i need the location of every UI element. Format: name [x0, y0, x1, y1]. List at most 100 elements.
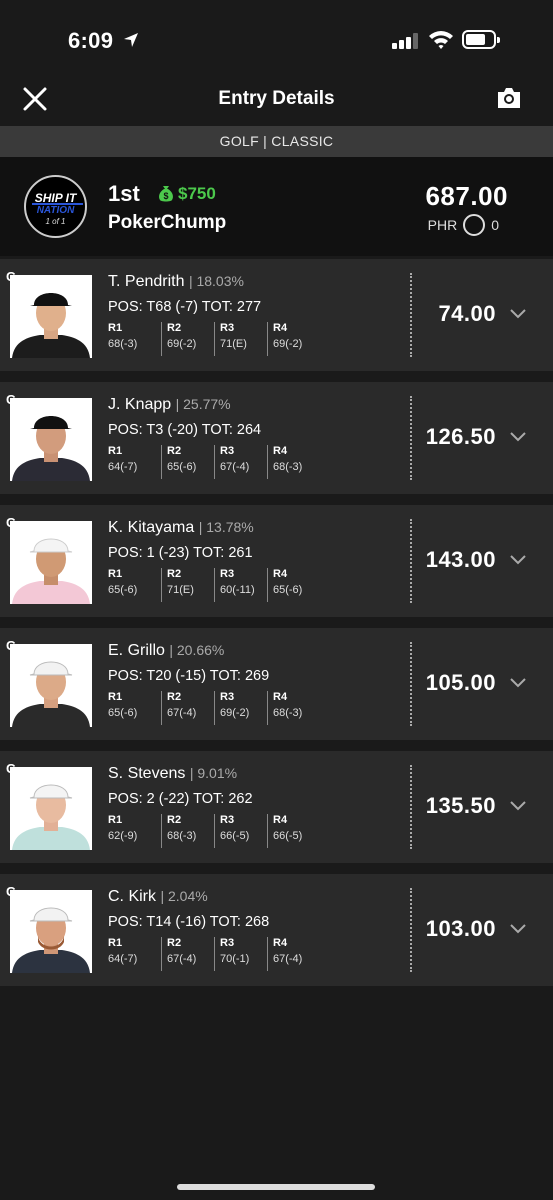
player-card[interactable]: G E. Grillo | 20.66% POS: T20 (-15) TOT:…: [0, 628, 553, 740]
round-score: 69(-2): [220, 707, 250, 719]
player-name: S. Stevens: [108, 765, 186, 782]
round-score: 68(-3): [273, 461, 303, 473]
round-score: 64(-7): [108, 461, 138, 473]
fantasy-points: 74.00: [438, 301, 496, 326]
round-label: R1: [108, 445, 123, 457]
player-name-row: S. Stevens | 9.01%: [108, 765, 237, 783]
round-cell: R3 71(E): [214, 322, 267, 356]
home-indicator[interactable]: [177, 1184, 375, 1190]
player-card[interactable]: G J. Knapp | 25.77% POS: T3 (-20) TOT: 2…: [0, 382, 553, 494]
round-score: 68(-3): [167, 830, 197, 842]
player-name-row: J. Knapp | 25.77%: [108, 396, 231, 414]
phr-label: PHR: [427, 217, 458, 233]
cellular-signal-icon: [392, 33, 420, 49]
player-card[interactable]: G K. Kitayama | 13.78% POS: 1 (-23) TOT:…: [0, 505, 553, 617]
round-cell: R2 65(-6): [161, 445, 214, 479]
phr-value: 0: [491, 217, 499, 233]
player-name: C. Kirk: [108, 888, 156, 905]
round-score: 66(-5): [220, 830, 250, 842]
player-name: J. Knapp: [108, 396, 172, 413]
round-cell: R1 65(-6): [108, 568, 161, 602]
round-cell: R2 67(-4): [161, 691, 214, 725]
chevron-down-icon[interactable]: [509, 800, 527, 812]
nav-bar: Entry Details: [0, 80, 553, 126]
round-cell: R1 68(-3): [108, 322, 161, 356]
round-score: 65(-6): [273, 584, 303, 596]
player-headshot: [10, 275, 92, 358]
winnings-amount: $750: [178, 184, 216, 203]
round-label: R4: [273, 691, 288, 703]
round-cell: R4 65(-6): [267, 568, 320, 602]
round-label: R3: [220, 568, 235, 580]
ownership-percent: | 20.66%: [169, 642, 225, 658]
round-score: 67(-4): [167, 707, 197, 719]
round-score: 71(E): [167, 584, 194, 596]
round-label: R4: [273, 445, 288, 457]
username: PokerChump: [108, 212, 227, 233]
player-headshot: [10, 767, 92, 850]
card-divider: [410, 765, 412, 849]
chevron-down-icon[interactable]: [509, 923, 527, 935]
round-cell: R4 67(-4): [267, 937, 320, 971]
player-card[interactable]: G C. Kirk | 2.04% POS: T14 (-16) TOT: 26…: [0, 874, 553, 986]
logo-line-3: 1 of 1: [45, 217, 66, 226]
ownership-percent: | 9.01%: [189, 765, 238, 781]
chevron-down-icon[interactable]: [509, 677, 527, 689]
logo-line-2: NATION: [36, 205, 75, 216]
round-cell: R3 67(-4): [214, 445, 267, 479]
round-label: R4: [273, 937, 288, 949]
chevron-down-icon[interactable]: [509, 554, 527, 566]
ownership-percent: | 18.03%: [188, 273, 244, 289]
money-bag-icon: $: [159, 186, 173, 202]
round-cell: R2 69(-2): [161, 322, 214, 356]
round-cell: R3 70(-1): [214, 937, 267, 971]
round-score: 69(-2): [167, 338, 197, 350]
player-headshot: [10, 644, 92, 727]
camera-icon[interactable]: [496, 86, 522, 110]
round-label: R2: [167, 691, 182, 703]
round-cell: R1 65(-6): [108, 691, 161, 725]
round-score: 70(-1): [220, 953, 250, 965]
round-cell: R1 62(-9): [108, 814, 161, 848]
player-headshot: [10, 398, 92, 481]
player-card[interactable]: G S. Stevens | 9.01% POS: 2 (-22) TOT: 2…: [0, 751, 553, 863]
tournament-position: POS: T3 (-20) TOT: 264: [108, 422, 262, 438]
round-scores: R1 65(-6) R2 67(-4) R3 69(-2) R4 68(-3): [108, 691, 320, 725]
status-time: 6:09: [68, 28, 114, 53]
player-card[interactable]: G T. Pendrith | 18.03% POS: T68 (-7) TOT…: [0, 259, 553, 371]
round-score: 65(-6): [108, 584, 138, 596]
entry-place: 1st: [108, 181, 140, 206]
round-label: R1: [108, 568, 123, 580]
round-score: 67(-4): [220, 461, 250, 473]
round-cell: R4 69(-2): [267, 322, 320, 356]
round-scores: R1 64(-7) R2 67(-4) R3 70(-1) R4 67(-4): [108, 937, 320, 971]
tournament-position: POS: T14 (-16) TOT: 268: [108, 914, 270, 930]
round-score: 62(-9): [108, 830, 138, 842]
tournament-position: POS: T20 (-15) TOT: 269: [108, 668, 270, 684]
chevron-down-icon[interactable]: [509, 308, 527, 320]
battery-icon: [462, 30, 500, 49]
round-label: R2: [167, 568, 182, 580]
round-score: 67(-4): [273, 953, 303, 965]
card-divider: [410, 642, 412, 726]
round-label: R4: [273, 814, 288, 826]
round-score: 68(-3): [108, 338, 138, 350]
chevron-down-icon[interactable]: [509, 431, 527, 443]
round-scores: R1 65(-6) R2 71(E) R3 60(-11) R4 65(-6): [108, 568, 320, 602]
round-label: R4: [273, 322, 288, 334]
round-scores: R1 68(-3) R2 69(-2) R3 71(E) R4 69(-2): [108, 322, 320, 356]
round-label: R3: [220, 814, 235, 826]
round-label: R3: [220, 322, 235, 334]
round-cell: R3 69(-2): [214, 691, 267, 725]
round-label: R4: [273, 568, 288, 580]
round-label: R2: [167, 814, 182, 826]
tournament-position: POS: 2 (-22) TOT: 262: [108, 791, 253, 807]
fantasy-points: 143.00: [425, 547, 496, 572]
round-scores: R1 64(-7) R2 65(-6) R3 67(-4) R4 68(-3): [108, 445, 320, 479]
player-headshot: [10, 890, 92, 973]
tournament-position: POS: T68 (-7) TOT: 277: [108, 299, 262, 315]
card-divider: [410, 519, 412, 603]
fantasy-points: 135.50: [425, 793, 496, 818]
round-label: R3: [220, 445, 235, 457]
player-headshot: [10, 521, 92, 604]
